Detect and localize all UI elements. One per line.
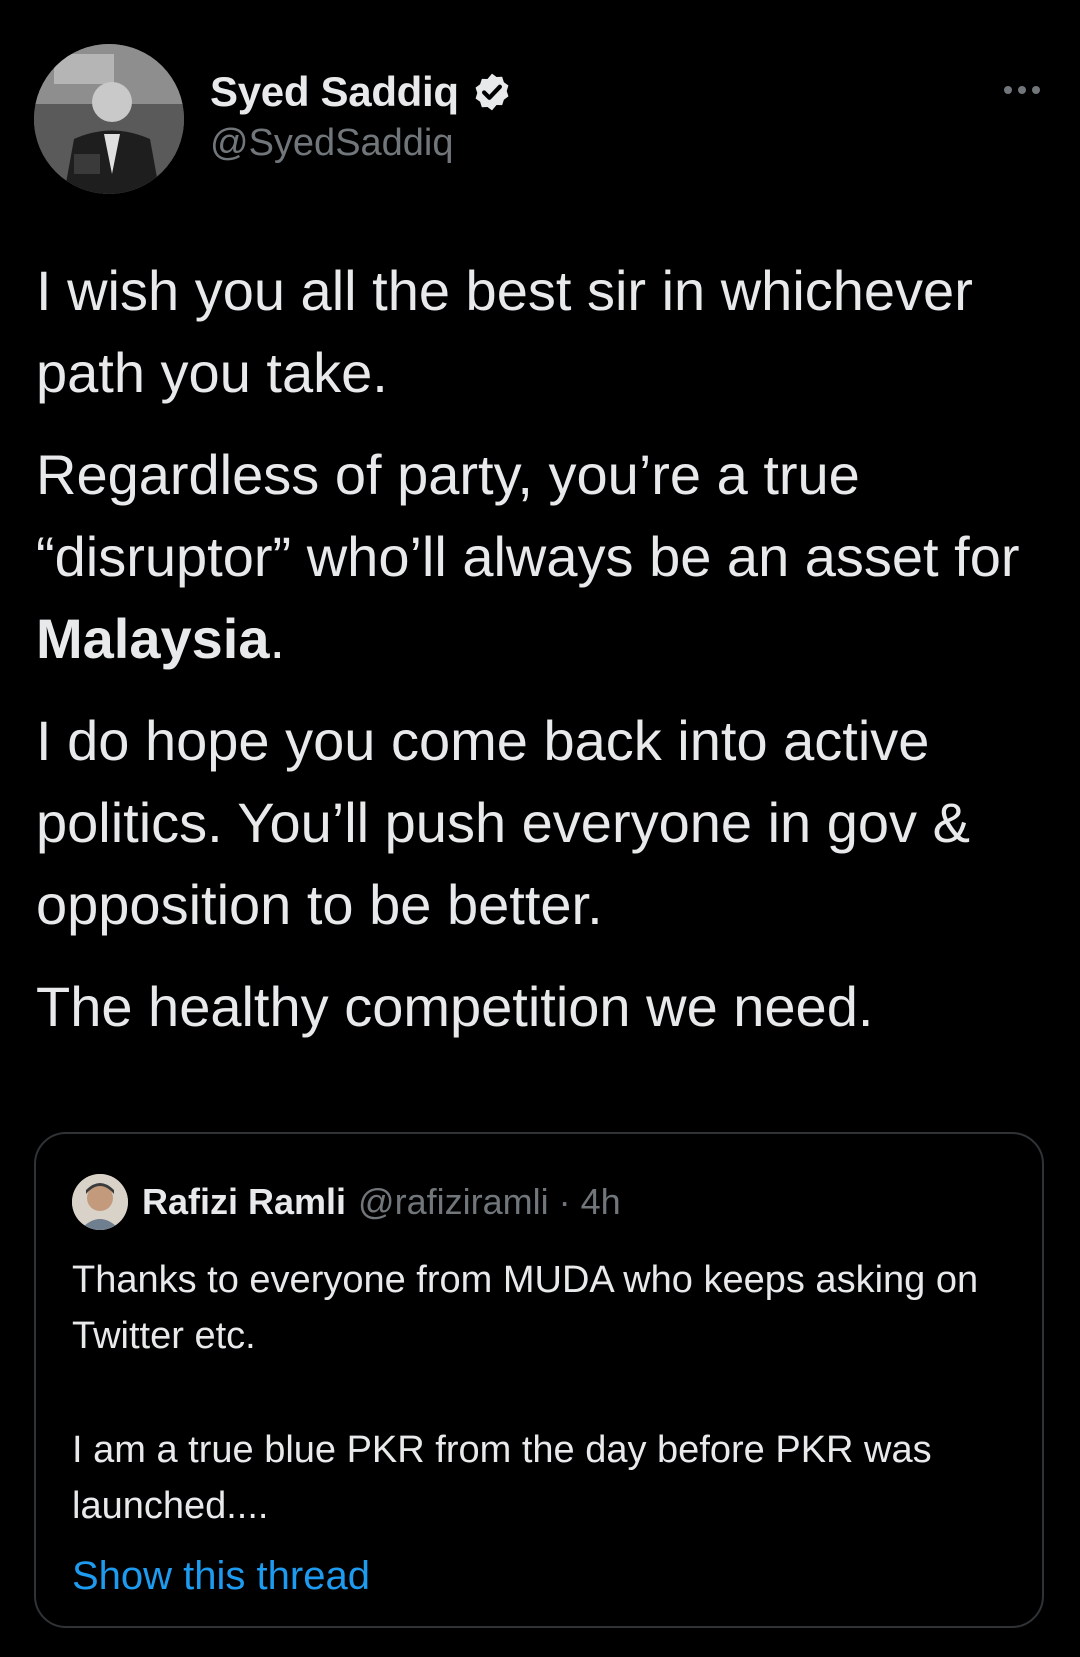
author-avatar[interactable] (34, 44, 184, 194)
tweet-bold-suffix: . (269, 607, 286, 670)
quoted-author-display-name: Rafizi Ramli (142, 1181, 347, 1222)
verified-badge-icon (475, 73, 509, 111)
quoted-author-handle-time: @rafiziramli · 4h (358, 1181, 621, 1222)
quoted-author-avatar (72, 1174, 128, 1230)
tweet: Syed Saddiq @SyedSaddiq I wish you all t… (0, 0, 1080, 1657)
tweet-paragraph: The healthy competition we need. (36, 975, 874, 1038)
quoted-paragraph: Thanks to everyone from MUDA who keeps a… (72, 1259, 979, 1357)
quoted-tweet-text: Thanks to everyone from MUDA who keeps a… (72, 1252, 992, 1534)
tweet-paragraph: I wish you all the best sir in whichever… (36, 259, 973, 404)
tweet-paragraph: Regardless of party, you’re a true “disr… (36, 434, 1046, 680)
tweet-header: Syed Saddiq @SyedSaddiq (34, 44, 1044, 194)
author-handle[interactable]: @SyedSaddiq (210, 122, 513, 165)
profile-photo-icon (72, 1174, 128, 1230)
more-dots-icon[interactable] (1000, 80, 1044, 100)
author-info: Syed Saddiq @SyedSaddiq (210, 64, 513, 165)
tweet-paragraph: I do hope you come back into active poli… (36, 709, 970, 936)
profile-photo-icon (34, 44, 184, 194)
tweet-text: I wish you all the best sir in whichever… (36, 250, 1046, 1068)
tweet-bold-word: Malaysia (36, 607, 270, 670)
show-thread-link[interactable]: Show this thread (72, 1554, 370, 1599)
quoted-paragraph: I am a true blue PKR from the day before… (72, 1429, 932, 1527)
author-display-name[interactable]: Syed Saddiq (210, 68, 459, 116)
quoted-tweet-header: Rafizi Ramli @rafiziramli · 4h (72, 1174, 621, 1230)
tweet-paragraph-text: Regardless of party, you’re a true “disr… (36, 443, 1020, 588)
quoted-tweet-card[interactable]: Rafizi Ramli @rafiziramli · 4h Thanks to… (34, 1132, 1044, 1628)
